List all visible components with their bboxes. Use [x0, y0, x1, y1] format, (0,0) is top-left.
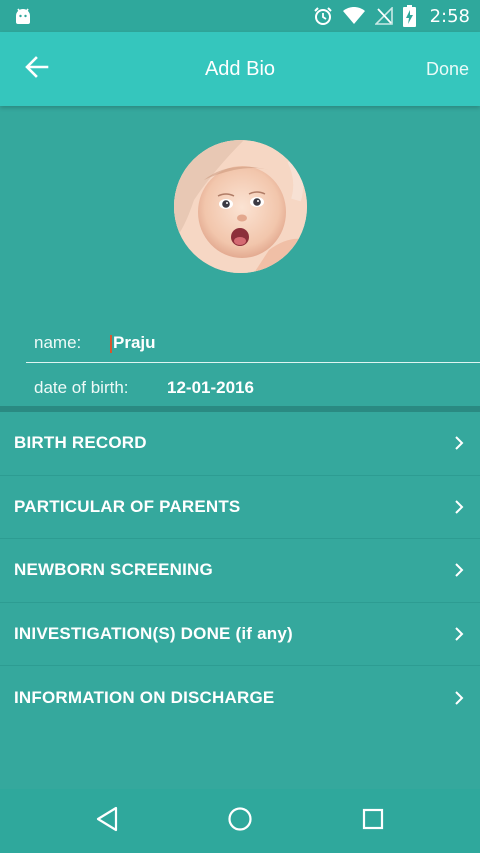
chevron-right-icon [452, 626, 466, 642]
menu-item-newborn-screening[interactable]: NEWBORN SCREENING [0, 539, 480, 603]
menu-item-information-on-discharge[interactable]: INFORMATION ON DISCHARGE [0, 666, 480, 730]
dob-value[interactable]: 12-01-2016 [167, 378, 254, 398]
battery-charging-icon [402, 5, 416, 27]
menu-item-investigations-done[interactable]: INIVESTIGATION(S) DONE (if any) [0, 603, 480, 666]
done-button[interactable]: Done [426, 32, 469, 106]
text-cursor [110, 334, 112, 353]
menu-item-birth-record[interactable]: BIRTH RECORD [0, 412, 480, 476]
status-time: 2:58 [429, 5, 470, 27]
wifi-icon [342, 7, 365, 25]
menu-item-label: PARTICULAR OF PARENTS [14, 496, 241, 516]
menu-item-label: BIRTH RECORD [14, 433, 147, 453]
name-input[interactable]: Praju [113, 333, 156, 352]
record-menu: BIRTH RECORD PARTICULAR OF PARENTS NEWBO… [0, 412, 480, 730]
chevron-right-icon [452, 435, 466, 451]
alarm-icon [313, 6, 333, 26]
system-nav-bar [0, 789, 480, 853]
dob-field[interactable]: date of birth: 12-01-2016 [26, 370, 480, 406]
chevron-right-icon [452, 690, 466, 706]
back-triangle-icon [95, 806, 119, 837]
name-label: name: [34, 333, 82, 352]
chevron-right-icon [452, 499, 466, 515]
status-bar: 2:58 [0, 0, 480, 32]
menu-item-label: NEWBORN SCREENING [14, 560, 213, 580]
chevron-right-icon [452, 562, 466, 578]
app-bar: Add Bio Done [0, 32, 480, 106]
dob-label: date of birth: [34, 378, 129, 397]
baby-photo [174, 140, 307, 273]
nav-back-button[interactable] [67, 789, 147, 853]
nav-home-button[interactable] [200, 789, 280, 853]
nav-recents-button[interactable] [333, 789, 413, 853]
back-button[interactable] [0, 32, 74, 106]
menu-item-label: INIVESTIGATION(S) DONE (if any) [14, 623, 293, 643]
menu-item-label: INFORMATION ON DISCHARGE [14, 687, 275, 707]
arrow-left-icon [25, 55, 49, 83]
android-icon [14, 8, 32, 24]
home-circle-icon [227, 806, 253, 837]
recents-square-icon [361, 807, 385, 836]
menu-item-particular-of-parents[interactable]: PARTICULAR OF PARENTS [0, 476, 480, 539]
no-signal-icon [374, 7, 393, 25]
avatar[interactable] [174, 140, 307, 273]
name-field[interactable]: name: Praju [26, 324, 480, 363]
